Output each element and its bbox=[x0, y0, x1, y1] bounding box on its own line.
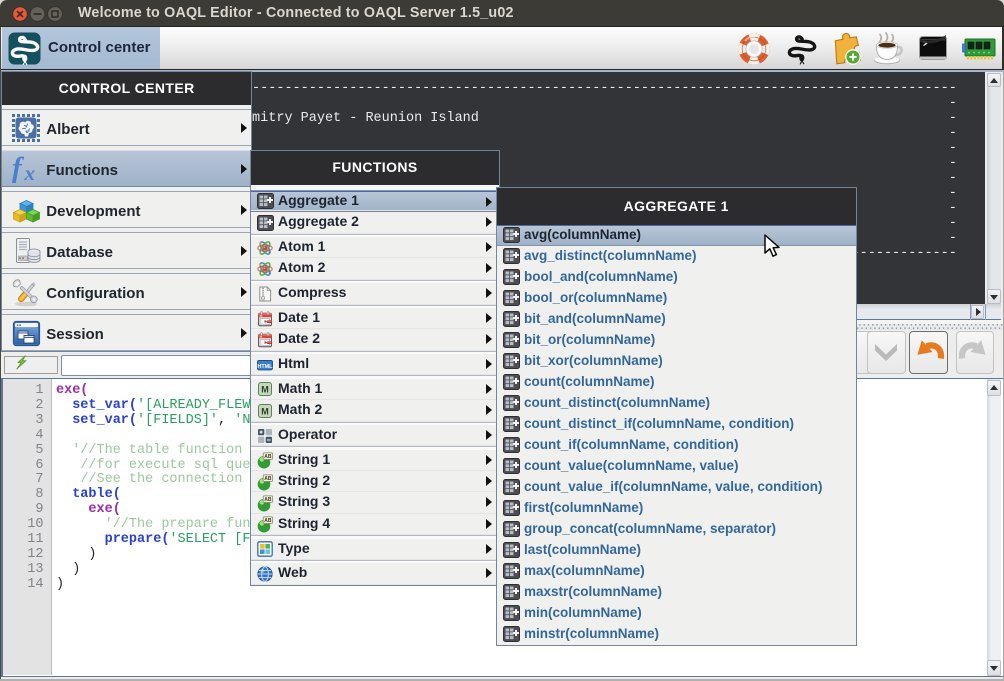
svg-text:AB: AB bbox=[264, 497, 272, 503]
svg-text:AB: AB bbox=[264, 518, 272, 524]
svg-text:AB: AB bbox=[264, 454, 272, 460]
svg-text:AB: AB bbox=[264, 476, 272, 482]
svg-text:M: M bbox=[261, 385, 269, 395]
svg-text:x: x bbox=[24, 161, 36, 185]
svg-text:HTML: HTML bbox=[257, 364, 272, 370]
svg-text:f: f bbox=[12, 154, 25, 184]
svg-text:M: M bbox=[261, 406, 269, 416]
